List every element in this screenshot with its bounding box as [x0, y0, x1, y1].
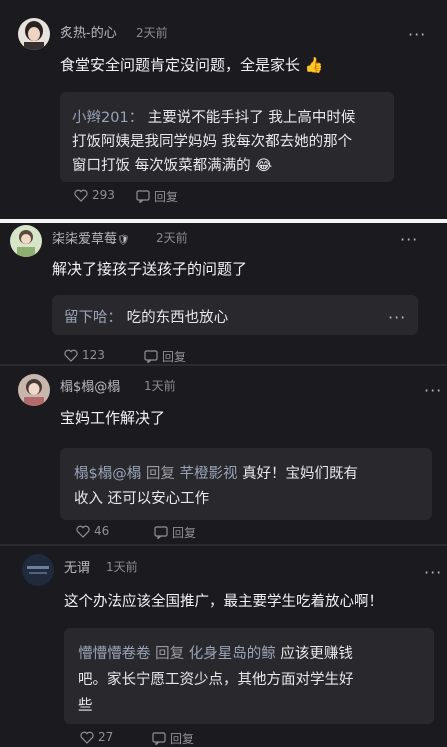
like-button[interactable]: 46: [76, 524, 109, 538]
heart-icon: [74, 189, 88, 202]
heart-icon: [64, 349, 78, 362]
like-button[interactable]: 27: [80, 730, 113, 744]
avatar-image: [22, 554, 54, 586]
avatar[interactable]: [18, 374, 50, 406]
reply-line: 吧。家长宁愿工资少点，其他方面对学生好: [78, 672, 354, 688]
reply-box[interactable]: 小辫201： 主要说不能手抖了 我上高中时候 打饭阿姨是我同学妈妈 我每次都去她…: [60, 92, 394, 182]
reply-button[interactable]: 回复: [152, 730, 194, 747]
comment-icon: [154, 526, 168, 539]
avatar-image: [18, 374, 50, 406]
comment-text: 解决了接孩子送孩子的问题了: [52, 260, 248, 278]
reply-label: 回复: [170, 732, 195, 746]
more-options-icon[interactable]: ···: [408, 27, 426, 43]
timestamp: 2天前: [156, 231, 188, 245]
reply-box[interactable]: 留下哈： 吃的东西也放心 ···: [52, 295, 418, 335]
badge-icon: 🛡: [117, 235, 130, 246]
timestamp: 2天前: [136, 26, 168, 40]
comment-card: 柒柒爱草莓🛡 2天前 ··· 解决了接孩子送孩子的问题了 留下哈： 吃的东西也放…: [0, 223, 434, 364]
comment-text: 这个办法应该全国推广，最主要学生吃着放心啊！: [64, 594, 383, 610]
more-options-icon[interactable]: ···: [400, 232, 418, 248]
reply-line: 打饭阿姨是我同学妈妈 我每次都去她的那个: [72, 134, 353, 150]
reply-tag: 回复: [155, 646, 185, 662]
timestamp: 1天前: [144, 379, 176, 393]
reply-line: 窗口打饭 每次饭菜都满满的 😂: [72, 154, 272, 175]
avatar[interactable]: [18, 18, 50, 50]
reply-target[interactable]: 芊橙影视: [179, 466, 237, 482]
reply-text: 吃的东西也放心: [126, 310, 229, 326]
reply-line: 懵懵懵卷卷 回复 化身星岛的鲸 应该更赚钱: [78, 642, 353, 663]
reply-text: 窗口打饭 每次饭菜都满满的: [72, 158, 251, 174]
comment-text: 宝妈工作解决了: [60, 409, 166, 427]
comment-text-body: 食堂安全问题肯定没问题，全是家长: [60, 56, 301, 74]
username[interactable]: 无谓: [64, 557, 90, 576]
reply-line: 留下哈： 吃的东西也放心: [64, 306, 228, 327]
like-button[interactable]: 123: [64, 348, 105, 362]
reply-label: 回复: [172, 526, 197, 540]
heart-icon: [80, 731, 94, 744]
reply-author[interactable]: 小辫201: [72, 110, 129, 126]
reply-box[interactable]: 榻$榻@榻 回复 芊橙影视 真好！宝妈们既有 收入 还可以安心工作: [60, 448, 432, 520]
reply-text: 应该更赚钱: [280, 646, 353, 662]
reply-tag: 回复: [145, 466, 175, 482]
reply-label: 回复: [162, 350, 187, 364]
reply-box[interactable]: 懵懵懵卷卷 回复 化身星岛的鲸 应该更赚钱 吧。家长宁愿工资少点，其他方面对学生…: [64, 628, 434, 724]
username[interactable]: 炙热-的心: [60, 22, 117, 41]
reply-button[interactable]: 回复: [154, 524, 196, 541]
reply-author[interactable]: 懵懵懵卷卷: [78, 646, 151, 662]
reply-separator: ：: [128, 110, 144, 126]
reply-line: 小辫201： 主要说不能手抖了 我上高中时候: [72, 106, 355, 127]
reply-text: 主要说不能手抖了 我上高中时候: [147, 110, 356, 126]
reply-label: 回复: [154, 190, 179, 204]
reply-line: 些: [78, 698, 93, 714]
username[interactable]: 榻$榻@榻: [60, 376, 120, 395]
reply-line: 收入 还可以安心工作: [74, 491, 210, 507]
reply-button[interactable]: 回复: [136, 188, 178, 205]
username[interactable]: 柒柒爱草莓🛡: [52, 228, 130, 247]
avatar-image: [18, 18, 50, 50]
avatar[interactable]: [10, 225, 42, 257]
reply-button[interactable]: 回复: [144, 348, 186, 364]
comment-card: 炙热-的心 2天前 ··· 食堂安全问题肯定没问题，全是家长 👍 小辫201： …: [0, 0, 447, 221]
more-options-icon[interactable]: ···: [424, 565, 442, 581]
like-count: 46: [94, 524, 110, 538]
comment-icon: [152, 732, 166, 745]
thumbs-up-emoji: 👍: [304, 56, 324, 74]
like-button[interactable]: 293: [74, 188, 115, 202]
timestamp: 1天前: [106, 560, 138, 574]
comment-card: 榻$榻@榻 1天前 ··· 宝妈工作解决了 榻$榻@榻 回复 芊橙影视 真好！宝…: [0, 366, 447, 544]
reply-target[interactable]: 化身星岛的鲸: [189, 646, 276, 662]
comment-text: 食堂安全问题肯定没问题，全是家长 👍: [60, 54, 323, 75]
comment-card: 无谓 1天前 ··· 这个办法应该全国推广，最主要学生吃着放心啊！ 懵懵懵卷卷 …: [0, 546, 447, 747]
reply-author[interactable]: 留下哈: [64, 310, 108, 326]
reply-text: 真好！宝妈们既有: [242, 466, 359, 482]
comment-icon: [144, 350, 158, 363]
avatar-image: [10, 225, 42, 257]
reply-more-icon[interactable]: ···: [388, 310, 406, 326]
like-count: 27: [98, 730, 114, 744]
username-text: 柒柒爱草莓: [52, 232, 118, 247]
comment-icon: [136, 190, 150, 203]
laughing-emoji: 😂: [255, 158, 273, 174]
avatar[interactable]: [22, 554, 54, 586]
heart-icon: [76, 525, 90, 538]
reply-line: 榻$榻@榻 回复 芊橙影视 真好！宝妈们既有: [74, 462, 358, 483]
like-count: 293: [92, 188, 115, 202]
more-options-icon[interactable]: ···: [424, 383, 442, 399]
reply-author[interactable]: 榻$榻@榻: [74, 466, 141, 482]
like-count: 123: [82, 348, 105, 362]
reply-separator: ：: [107, 310, 123, 326]
